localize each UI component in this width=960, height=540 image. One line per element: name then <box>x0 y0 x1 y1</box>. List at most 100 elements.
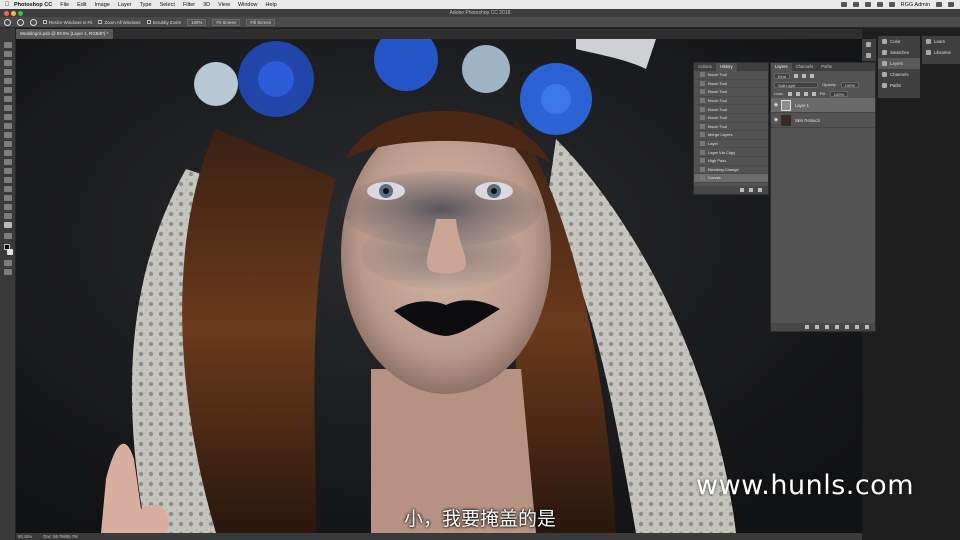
zoom-100-button[interactable]: 100% <box>187 18 207 26</box>
minimize-window-button[interactable] <box>11 10 16 16</box>
tab-channels[interactable]: Channels <box>792 63 818 71</box>
lock-pixels-icon[interactable] <box>795 91 800 96</box>
menu-3d[interactable]: 3D <box>203 2 210 8</box>
rectangle-tool-icon[interactable] <box>4 204 12 210</box>
clone-stamp-tool-icon[interactable] <box>4 123 12 129</box>
new-snapshot-icon[interactable] <box>749 188 753 192</box>
fill-screen-button[interactable]: Fill Screen <box>246 18 276 26</box>
status-icon[interactable] <box>852 2 859 7</box>
history-state-row[interactable]: Brush Tool <box>694 97 768 106</box>
dock-learn[interactable]: Learn <box>922 36 960 47</box>
history-state-row[interactable]: Layer Via Copy <box>694 148 768 157</box>
layer-row[interactable]: ◉ Skin Retouch <box>771 113 875 128</box>
apple-menu-icon[interactable]:  <box>0 2 14 8</box>
search-icon[interactable] <box>936 2 942 7</box>
lock-position-icon[interactable] <box>803 91 808 96</box>
tab-actions[interactable]: Actions <box>694 63 716 71</box>
layer-style-icon[interactable] <box>815 325 819 329</box>
kind-filter-select[interactable]: Kind <box>774 72 791 79</box>
tab-layers[interactable]: Layers <box>771 63 792 71</box>
pen-tool-icon[interactable] <box>4 177 12 183</box>
tab-paths[interactable]: Paths <box>817 63 836 71</box>
zoom-tool-icon[interactable] <box>4 222 12 228</box>
move-tool-icon[interactable] <box>4 42 12 48</box>
opacity-input[interactable]: 100% <box>840 81 859 88</box>
blur-tool-icon[interactable] <box>4 159 12 165</box>
menu-list-icon[interactable] <box>948 2 954 7</box>
history-state-row[interactable]: Brush Tool <box>694 105 768 114</box>
menu-window[interactable]: Window <box>238 2 258 8</box>
adjustment-layer-icon[interactable] <box>835 325 839 329</box>
zoom-level-readout[interactable]: 93.15% <box>18 534 32 539</box>
status-icon[interactable] <box>864 2 871 7</box>
background-color-swatch[interactable] <box>7 249 13 255</box>
new-group-icon[interactable] <box>845 325 849 329</box>
dock-channels[interactable]: Channels <box>878 69 920 80</box>
menu-filter[interactable]: Filter <box>183 2 195 8</box>
menu-view[interactable]: View <box>218 2 230 8</box>
dock-swatches[interactable]: Swatches <box>878 47 920 58</box>
delete-layer-icon[interactable] <box>865 325 869 329</box>
zoom-tool-icon[interactable] <box>4 18 11 26</box>
menu-layer[interactable]: Layer <box>118 2 132 8</box>
lock-all-icon[interactable] <box>811 91 816 96</box>
history-state-row[interactable]: Merge Layers <box>694 131 768 140</box>
history-state-row[interactable]: High Pass <box>694 157 768 166</box>
quick-select-tool-icon[interactable] <box>4 69 12 75</box>
history-state-row[interactable]: Layer <box>694 140 768 149</box>
link-layers-icon[interactable] <box>805 325 809 329</box>
visibility-eye-icon[interactable]: ◉ <box>771 102 781 108</box>
path-select-tool-icon[interactable] <box>4 195 12 201</box>
dock-libraries[interactable]: Libraries <box>922 47 960 58</box>
history-panel-icon[interactable] <box>862 39 876 50</box>
zoom-all-windows-checkbox[interactable]: Zoom All Windows <box>98 20 141 25</box>
visibility-eye-icon[interactable]: ◉ <box>771 117 781 123</box>
add-mask-icon[interactable] <box>825 325 829 329</box>
properties-icon[interactable] <box>866 53 871 58</box>
blend-mode-select[interactable]: Soft Light <box>774 81 818 88</box>
eyedropper-tool-icon[interactable] <box>4 96 12 102</box>
menu-type[interactable]: Type <box>140 2 152 8</box>
dodge-tool-icon[interactable] <box>4 168 12 174</box>
menu-file[interactable]: File <box>60 2 69 8</box>
filter-adjustment-icon[interactable] <box>802 73 807 78</box>
hand-tool-icon[interactable] <box>4 213 12 219</box>
history-state-row[interactable]: Brush Tool <box>694 71 768 80</box>
close-window-button[interactable] <box>4 10 9 16</box>
history-state-row[interactable]: Brush Tool <box>694 114 768 123</box>
filter-pixel-icon[interactable] <box>794 73 799 78</box>
menu-image[interactable]: Image <box>95 2 110 8</box>
frame-tool-icon[interactable] <box>4 87 12 93</box>
history-state-row[interactable]: Brush Tool <box>694 80 768 89</box>
new-layer-icon[interactable] <box>855 325 859 329</box>
screen-mode-icon[interactable] <box>4 269 12 275</box>
fit-screen-button[interactable]: Fit Screen <box>212 18 241 26</box>
history-brush-tool-icon[interactable] <box>4 132 12 138</box>
history-state-row[interactable]: Brush Tool <box>694 123 768 132</box>
quick-mask-icon[interactable] <box>4 260 12 266</box>
new-document-from-state-icon[interactable] <box>740 188 744 192</box>
filter-type-icon[interactable] <box>810 73 815 78</box>
scrubby-zoom-checkbox[interactable]: Scrubby Zoom <box>146 20 181 25</box>
delete-state-icon[interactable] <box>758 188 762 192</box>
menu-help[interactable]: Help <box>266 2 277 8</box>
crop-tool-icon[interactable] <box>4 78 12 84</box>
tab-history[interactable]: History <box>715 63 737 71</box>
layer-name[interactable]: Skin Retouch <box>795 118 820 123</box>
type-tool-icon[interactable] <box>4 186 12 192</box>
history-state-row[interactable]: Brush Tool <box>694 88 768 97</box>
dock-paths[interactable]: Paths <box>878 80 920 91</box>
healing-tool-icon[interactable] <box>4 105 12 111</box>
dock-layers[interactable]: Layers <box>878 58 920 69</box>
eraser-tool-icon[interactable] <box>4 141 12 147</box>
brush-tool-icon[interactable] <box>4 114 12 120</box>
history-icon[interactable] <box>866 42 871 47</box>
checkbox-icon[interactable] <box>146 20 151 24</box>
app-name-menu[interactable]: Photoshop CC <box>14 2 52 8</box>
zoom-in-icon[interactable] <box>17 18 24 26</box>
fill-input[interactable]: 100% <box>829 90 849 97</box>
dock-color[interactable]: Color <box>878 36 920 47</box>
zoom-out-icon[interactable] <box>30 18 37 26</box>
gradient-tool-icon[interactable] <box>4 150 12 156</box>
resize-windows-checkbox[interactable]: Resize Windows to Fit <box>43 20 92 25</box>
